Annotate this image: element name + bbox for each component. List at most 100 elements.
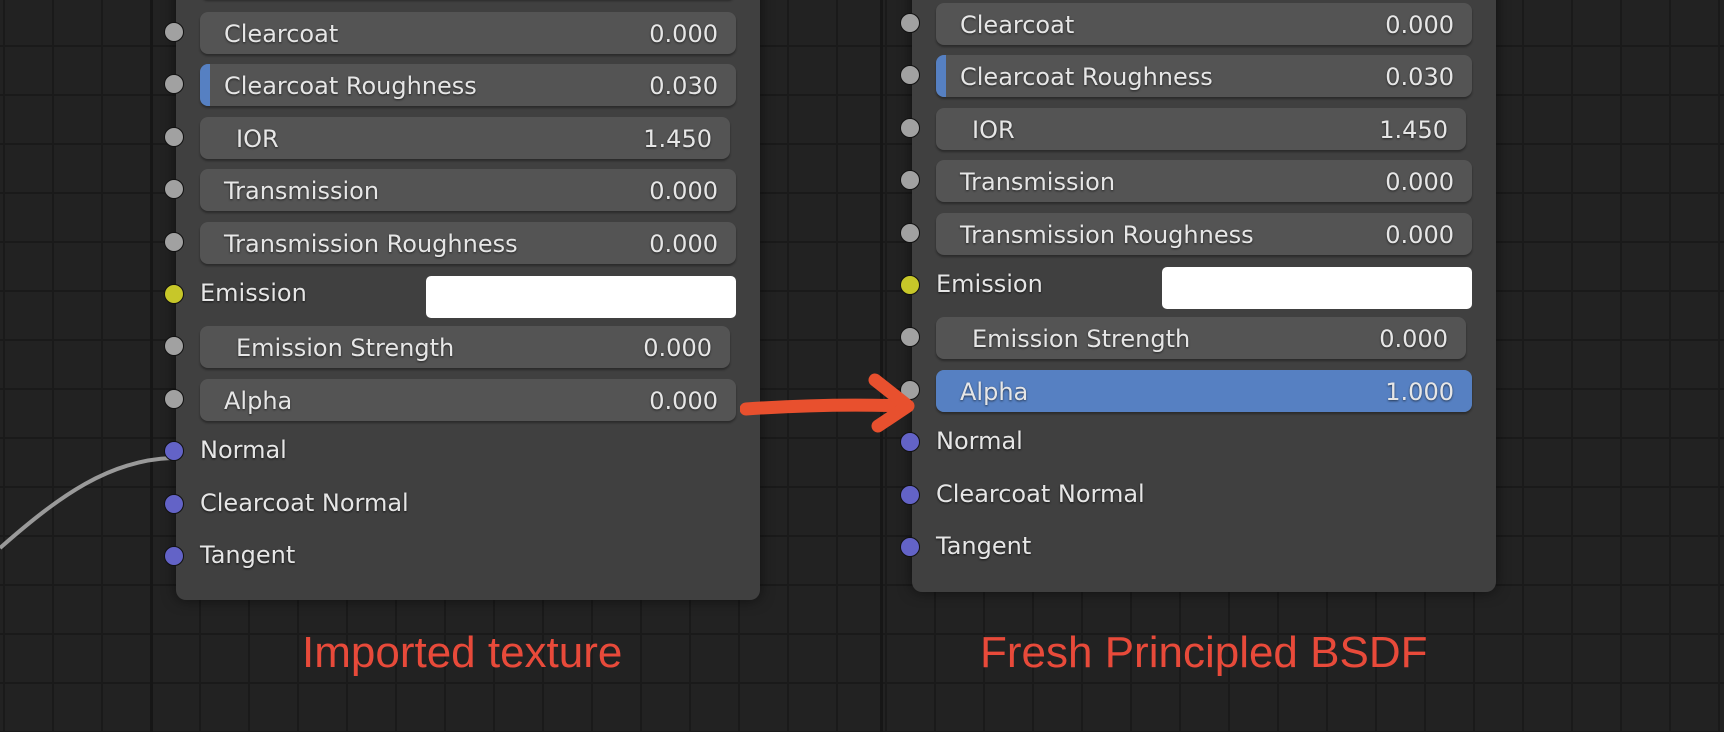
socket-tangent-icon[interactable] — [900, 537, 920, 557]
field-value: 0.030 — [1385, 63, 1454, 92]
input-row-clearcoat-roughness: Clearcoat Roughness 0.030 — [164, 61, 760, 107]
ior-number-field[interactable]: IOR 1.450 — [936, 107, 1466, 150]
socket-transmission-icon[interactable] — [164, 179, 184, 200]
clearcoat-roughness-slider[interactable]: Clearcoat Roughness 0.030 — [200, 64, 736, 107]
socket-ior-icon[interactable] — [164, 126, 184, 147]
socket-clearcoat-icon[interactable] — [164, 22, 184, 42]
input-row-alpha: Alpha 1.000 — [900, 367, 1496, 413]
field-value: 1.450 — [643, 124, 712, 153]
emission-label: Emission — [200, 279, 307, 307]
field-value: 0.000 — [1385, 220, 1454, 249]
emission-color-swatch[interactable] — [426, 276, 736, 318]
input-row-clearcoat: Clearcoat 0.000 — [164, 9, 760, 55]
node-imported-texture[interactable]: Clearcoat 0.000 Clearcoat Roughness 0.030 IO… — [164, 0, 760, 600]
input-row-clearcoat-normal: Clearcoat Normal — [900, 472, 1496, 518]
socket-clearcoat-normal-icon[interactable] — [164, 493, 184, 514]
field-label: Clearcoat — [224, 20, 339, 48]
node-fresh-principled-bsdf[interactable]: Clearcoat 0.000 Clearcoat Roughness 0.030 IO… — [900, 0, 1496, 592]
socket-clearcoat-roughness-icon[interactable] — [164, 74, 184, 95]
field-label: Transmission Roughness — [224, 229, 518, 258]
socket-emission-strength-icon[interactable] — [164, 336, 184, 357]
field-label: Clearcoat Roughness — [960, 63, 1213, 92]
clearcoat-normal-label: Clearcoat Normal — [200, 488, 409, 517]
ior-number-field[interactable]: IOR 1.450 — [200, 116, 730, 159]
transmission-roughness-slider[interactable]: Transmission Roughness 0.000 — [936, 212, 1472, 255]
transmission-slider[interactable]: Transmission 0.000 — [200, 169, 736, 212]
alpha-slider[interactable]: Alpha 0.000 — [200, 378, 736, 421]
field-label: IOR — [236, 124, 279, 153]
slider-fill — [936, 55, 946, 98]
field-value: 0.000 — [643, 334, 712, 363]
caption-fresh-principled-bsdf: Fresh Principled BSDF — [980, 628, 1428, 677]
socket-clearcoat-normal-icon[interactable] — [900, 484, 920, 505]
field-value: 1.450 — [1379, 115, 1448, 144]
socket-transmission-icon[interactable] — [900, 170, 920, 191]
input-row-transmission-roughness: Transmission Roughness 0.000 — [900, 210, 1496, 256]
socket-transmission-roughness-icon[interactable] — [164, 231, 184, 252]
input-row-emission: Emission — [164, 271, 760, 318]
field-label: Transmission — [224, 177, 380, 206]
field-value: 0.030 — [649, 72, 718, 101]
socket-ior-icon[interactable] — [900, 117, 920, 138]
input-row-transmission: Transmission 0.000 — [900, 157, 1496, 203]
caption-imported-texture: Imported texture — [302, 628, 623, 677]
node-link-normal — [0, 456, 173, 550]
input-row-alpha: Alpha 0.000 — [164, 376, 760, 422]
field-value: 0.000 — [1385, 11, 1454, 39]
tangent-label: Tangent — [936, 532, 1032, 560]
clearcoat-roughness-slider[interactable]: Clearcoat Roughness 0.030 — [936, 55, 1472, 98]
emission-label: Emission — [936, 270, 1043, 298]
alpha-slider[interactable]: Alpha 1.000 — [936, 369, 1472, 412]
field-value: 0.000 — [1379, 325, 1448, 354]
field-value: 1.000 — [1385, 377, 1454, 406]
transmission-slider[interactable]: Transmission 0.000 — [936, 160, 1472, 203]
clearcoat-normal-label: Clearcoat Normal — [936, 479, 1145, 508]
input-row-ior: IOR 1.450 — [164, 114, 760, 160]
socket-alpha-icon[interactable] — [164, 388, 184, 409]
emission-color-swatch[interactable] — [1162, 267, 1472, 309]
field-label: Alpha — [960, 377, 1029, 406]
field-value: 0.000 — [649, 177, 718, 206]
input-row-emission: Emission — [900, 262, 1496, 309]
emission-strength-number-field[interactable]: Emission Strength 0.000 — [200, 326, 730, 369]
input-row-emission-strength: Emission Strength 0.000 — [164, 323, 760, 369]
input-row-normal: Normal — [164, 428, 760, 474]
input-row-transmission: Transmission 0.000 — [164, 166, 760, 212]
red-arrow-annotation — [740, 373, 915, 433]
socket-normal-icon[interactable] — [164, 441, 184, 462]
socket-tangent-icon[interactable] — [164, 546, 184, 566]
field-label: Transmission — [960, 168, 1116, 197]
socket-clearcoat-icon[interactable] — [900, 13, 920, 33]
field-value: 0.000 — [649, 20, 718, 48]
field-label: Emission Strength — [236, 334, 455, 363]
socket-clearcoat-roughness-icon[interactable] — [900, 65, 920, 86]
grid-major-line — [880, 0, 883, 732]
input-row-clearcoat: Clearcoat 0.000 — [900, 0, 1496, 46]
clearcoat-slider[interactable]: Clearcoat 0.000 — [200, 12, 736, 54]
field-value: 0.000 — [649, 229, 718, 258]
input-row-tangent: Tangent — [164, 533, 760, 579]
grid-major-line — [150, 0, 153, 732]
input-row-transmission-roughness: Transmission Roughness 0.000 — [164, 219, 760, 265]
emission-strength-number-field[interactable]: Emission Strength 0.000 — [936, 317, 1466, 360]
input-row-clearcoat-roughness: Clearcoat Roughness 0.030 — [900, 52, 1496, 98]
socket-normal-icon[interactable] — [900, 432, 920, 453]
clearcoat-slider[interactable]: Clearcoat 0.000 — [936, 3, 1472, 45]
socket-emission-strength-icon[interactable] — [900, 327, 920, 348]
field-value: 0.000 — [649, 386, 718, 415]
field-label: Transmission Roughness — [960, 220, 1254, 249]
field-label: IOR — [972, 115, 1015, 144]
slider-fill — [200, 64, 210, 107]
input-row-clearcoat-normal: Clearcoat Normal — [164, 481, 760, 527]
field-label: Clearcoat — [960, 11, 1075, 39]
socket-transmission-roughness-icon[interactable] — [900, 222, 920, 243]
field-label: Clearcoat Roughness — [224, 72, 477, 101]
field-value: 0.000 — [1385, 168, 1454, 197]
socket-emission-icon[interactable] — [900, 275, 920, 295]
input-row-emission-strength: Emission Strength 0.000 — [900, 314, 1496, 360]
input-row-normal: Normal — [900, 419, 1496, 465]
socket-emission-icon[interactable] — [164, 284, 184, 304]
field-label: Emission Strength — [972, 325, 1191, 354]
transmission-roughness-slider[interactable]: Transmission Roughness 0.000 — [200, 221, 736, 264]
field-label: Alpha — [224, 386, 293, 415]
